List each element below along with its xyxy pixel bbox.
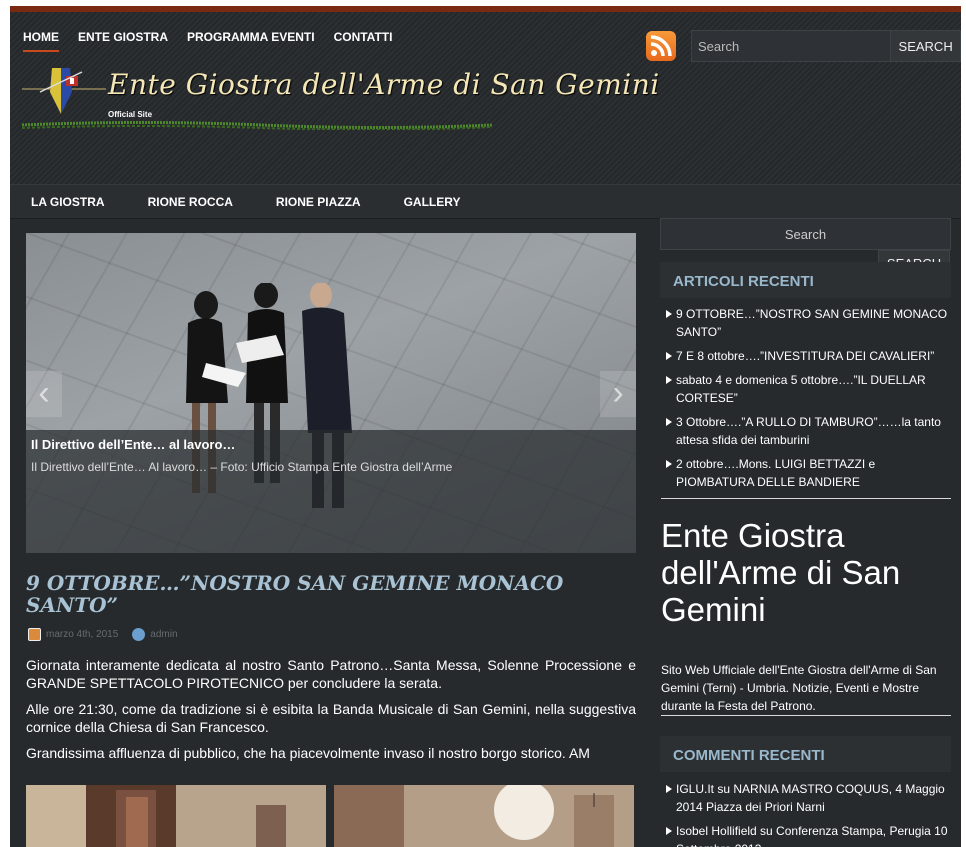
- rss-feed-icon[interactable]: [646, 31, 676, 61]
- main-nav-rione-piazza[interactable]: RIONE PIAZZA: [255, 185, 383, 219]
- slider-prev-button[interactable]: ‹: [26, 371, 62, 417]
- list-item[interactable]: 3 Ottobre….”A RULLO DI TAMBURO”……la tant…: [666, 413, 951, 449]
- site-logo[interactable]: Ente Giostra dell'Arme di San Gemini Off…: [22, 62, 659, 130]
- list-item[interactable]: sabato 4 e domenica 5 ottobre….”IL DUELL…: [666, 371, 951, 407]
- recent-posts-heading: ARTICOLI RECENTI: [660, 262, 951, 298]
- sidebar-search-input[interactable]: [660, 218, 951, 250]
- post-date: marzo 4th, 2015: [46, 629, 119, 640]
- recent-comments-list: IGLU.It su NARNIA MASTRO COQUUS, 4 Maggi…: [666, 780, 951, 847]
- slider-caption-text: Il Direttivo dell’Ente… Al lavoro… – Fot…: [31, 460, 453, 474]
- user-icon: [132, 628, 146, 641]
- main-nav-la-giostra[interactable]: LA GIOSTRA: [10, 185, 127, 219]
- post-paragraph: Alle ore 21:30, come da tradizione si è …: [26, 701, 636, 735]
- site-about-description: Sito Web Ufficiale dell'Ente Giostra del…: [661, 663, 937, 713]
- recent-posts-list: 9 OTTOBRE…”NOSTRO SAN GEMINE MONACO SANT…: [666, 305, 951, 497]
- header-search-input[interactable]: [692, 31, 891, 61]
- post-paragraph: Grandissima affluenza di pubblico, che h…: [26, 745, 590, 761]
- featured-slider[interactable]: ‹ › Il Direttivo dell’Ente… al lavoro… I…: [26, 233, 636, 553]
- post-image-thumbnail[interactable]: [26, 785, 326, 847]
- header-search-button[interactable]: SEARCH: [890, 31, 960, 61]
- top-nav-contatti[interactable]: CONTATTI: [334, 30, 393, 52]
- recent-comments-heading: COMMENTI RECENTI: [660, 736, 951, 772]
- top-nav-programma-eventi[interactable]: PROGRAMMA EVENTI: [187, 30, 315, 52]
- post-author[interactable]: admin: [150, 629, 177, 640]
- list-item[interactable]: 7 E 8 ottobre….”INVESTITURA DEI CAVALIER…: [666, 347, 951, 365]
- post-paragraph: Giornata interamente dedicata al nostro …: [26, 657, 636, 691]
- list-item[interactable]: 2 ottobre….Mons. LUIGI BETTAZZI e PIOMBA…: [666, 455, 951, 491]
- post-image-thumbnail[interactable]: [334, 785, 634, 847]
- slider-caption-title[interactable]: Il Direttivo dell’Ente… al lavoro…: [31, 437, 235, 452]
- slider-caption: Il Direttivo dell’Ente… al lavoro… Il Di…: [26, 430, 636, 553]
- post-title[interactable]: 9 OTTOBRE…”NOSTRO SAN GEMINE MONACO SANT…: [26, 572, 636, 616]
- main-nav: LA GIOSTRA RIONE ROCCA RIONE PIAZZA GALL…: [10, 184, 961, 218]
- calendar-icon: [28, 628, 41, 641]
- page-frame: HOME ENTE GIOSTRA PROGRAMMA EVENTI CONTA…: [10, 6, 961, 847]
- list-item[interactable]: IGLU.It su NARNIA MASTRO COQUUS, 4 Maggi…: [666, 780, 951, 816]
- list-item[interactable]: 9 OTTOBRE…”NOSTRO SAN GEMINE MONACO SANT…: [666, 305, 951, 341]
- list-item[interactable]: Isobel Hollifield su Conferenza Stampa, …: [666, 822, 951, 847]
- site-about-title: Ente Giostra dell'Arme di San Gemini: [661, 517, 901, 628]
- top-nav-ente-giostra[interactable]: ENTE GIOSTRA: [78, 30, 168, 52]
- slider-next-button[interactable]: ›: [600, 371, 636, 417]
- main-nav-rione-rocca[interactable]: RIONE ROCCA: [127, 185, 255, 219]
- main-nav-gallery[interactable]: GALLERY: [383, 185, 483, 219]
- post-meta: marzo 4th, 2015 admin: [28, 628, 178, 641]
- top-nav-home[interactable]: HOME: [23, 30, 59, 52]
- top-nav: HOME ENTE GIOSTRA PROGRAMMA EVENTI CONTA…: [23, 30, 392, 52]
- logo-subtitle: Official Site: [108, 110, 153, 119]
- post-body: Giornata interamente dedicata al nostro …: [26, 656, 636, 770]
- header-search: SEARCH: [691, 30, 961, 62]
- logo-title: Ente Giostra dell'Arme di San Gemini: [108, 68, 660, 101]
- widget-divider: [661, 498, 951, 499]
- site-header: HOME ENTE GIOSTRA PROGRAMMA EVENTI CONTA…: [10, 12, 961, 184]
- widget-divider: [661, 715, 951, 716]
